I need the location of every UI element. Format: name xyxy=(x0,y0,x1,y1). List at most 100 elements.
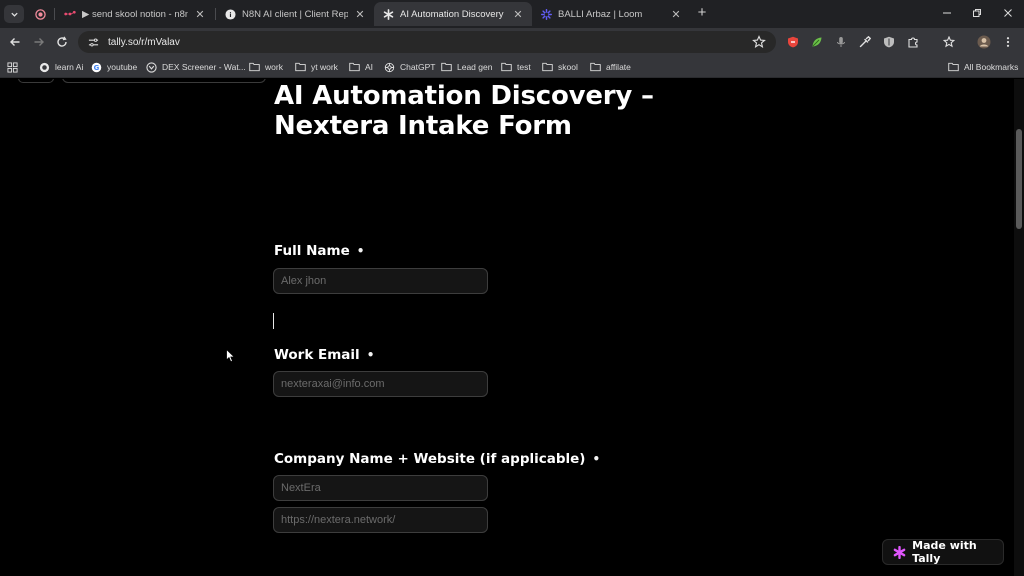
extension-red-shield[interactable] xyxy=(786,35,800,49)
bookmark-folder-work[interactable]: work xyxy=(249,60,283,74)
company-name-placeholder: NextEra xyxy=(281,482,321,494)
full-name-label: Full Name • xyxy=(274,243,364,259)
bookmark-label: ChatGPT xyxy=(400,62,436,72)
company-name-input[interactable]: NextEra xyxy=(273,475,488,501)
all-bookmarks-button[interactable]: All Bookmarks xyxy=(948,60,1018,74)
bookmark-dex-screener[interactable]: DEX Screener - Wat... xyxy=(146,60,246,74)
browser-toolbar: tally.so/r/mValav xyxy=(0,28,1024,56)
text-caret xyxy=(273,313,274,329)
forward-button[interactable] xyxy=(30,33,48,51)
bookmark-folder-ai[interactable]: AI xyxy=(349,60,373,74)
folder-icon xyxy=(349,62,360,73)
extension-microphone[interactable] xyxy=(834,35,848,49)
bookmark-label: AI xyxy=(365,62,374,72)
all-bookmarks-label: All Bookmarks xyxy=(964,62,1019,72)
folder-icon xyxy=(441,62,452,73)
tab-n8n[interactable]: ▶ send skool notion - n8n ✕ xyxy=(56,2,214,26)
bookmark-chatgpt[interactable]: ChatGPT xyxy=(384,60,435,74)
company-label: Company Name + Website (if applicable) • xyxy=(274,451,600,467)
bookmark-learn-ai[interactable]: learn Ai xyxy=(39,60,83,74)
bookmark-label: work xyxy=(265,62,283,72)
bookmark-folder-test[interactable]: test xyxy=(501,60,531,74)
tally-asterisk-icon xyxy=(893,545,906,559)
n8n-icon xyxy=(64,8,76,20)
avatar-icon xyxy=(977,35,991,49)
work-email-label: Work Email • xyxy=(274,347,374,363)
restore-icon xyxy=(973,9,981,17)
tally-asterisk-icon xyxy=(382,8,394,20)
tab-title: N8N AI client | Client Reports xyxy=(242,8,348,20)
tally-form-page: AI Automation Discovery – Nextera Intake… xyxy=(0,79,1024,576)
made-with-tally-label: Made with Tally xyxy=(912,539,977,565)
folder-icon xyxy=(295,62,306,73)
close-icon[interactable]: ✕ xyxy=(670,8,682,21)
bookmark-label: DEX Screener - Wat... xyxy=(162,62,246,72)
scrollbar-thumb[interactable] xyxy=(1016,129,1022,229)
bookmark-label: test xyxy=(517,62,531,72)
tab-notion[interactable]: i N8N AI client | Client Reports ✕ xyxy=(216,2,374,26)
svg-text:i: i xyxy=(229,10,231,18)
tab-title: ▶ send skool notion - n8n xyxy=(82,8,188,20)
bookmark-youtube[interactable]: G youtube xyxy=(91,60,137,74)
extensions-button[interactable] xyxy=(906,35,920,49)
full-name-label-text: Full Name xyxy=(274,243,350,259)
close-icon[interactable]: ✕ xyxy=(512,8,524,21)
bookmark-label: Lead gen xyxy=(457,62,493,72)
address-bar[interactable]: tally.so/r/mValav xyxy=(78,31,776,53)
chevron-down-icon xyxy=(10,12,18,17)
google-icon: G xyxy=(91,62,102,73)
apps-grid-icon xyxy=(7,61,18,73)
tab-title: BALLI Arbaz | Loom xyxy=(558,8,643,20)
tab-tally-active[interactable]: AI Automation Discovery – Nex ✕ xyxy=(374,2,532,26)
bookmark-label: skool xyxy=(558,62,578,72)
globe-icon xyxy=(39,62,50,73)
close-icon[interactable]: ✕ xyxy=(354,8,366,21)
work-email-label-text: Work Email xyxy=(274,347,360,363)
reload-button[interactable] xyxy=(53,33,71,51)
new-tab-button[interactable]: + xyxy=(694,5,710,21)
work-email-input[interactable]: nexteraxai@info.com xyxy=(273,371,488,397)
required-marker: • xyxy=(366,348,375,362)
browser-menu-button[interactable] xyxy=(1001,35,1015,49)
made-with-tally-badge[interactable]: Made with Tally xyxy=(882,539,1004,565)
full-name-input[interactable]: Alex jhon xyxy=(273,268,488,294)
apps-button[interactable] xyxy=(7,60,18,74)
tab-recording[interactable] xyxy=(28,2,52,26)
bookmark-folder-lead-gen[interactable]: Lead gen xyxy=(441,60,492,74)
close-icon xyxy=(1004,9,1012,17)
required-marker: • xyxy=(356,244,365,258)
bookmark-folder-skool[interactable]: skool xyxy=(542,60,578,74)
microphone-icon xyxy=(837,37,845,47)
bookmark-label: affilate xyxy=(606,62,631,72)
bookmark-label: learn Ai xyxy=(55,62,84,72)
site-settings-icon[interactable] xyxy=(86,35,100,49)
folder-icon xyxy=(590,62,601,73)
extension-shield-gray[interactable] xyxy=(882,35,896,49)
bookmark-folder-affilate[interactable]: affilate xyxy=(590,60,631,74)
extension-eyedropper[interactable] xyxy=(858,35,872,49)
page-scrollbar[interactable] xyxy=(1014,79,1024,576)
puzzle-icon xyxy=(908,37,918,48)
minimize-button[interactable] xyxy=(932,3,962,23)
tab-loom[interactable]: BALLI Arbaz | Loom ✕ xyxy=(532,2,690,26)
company-label-text: Company Name + Website (if applicable) xyxy=(274,451,586,467)
extension-green[interactable] xyxy=(810,35,824,49)
profile-avatar[interactable] xyxy=(977,35,991,49)
back-button[interactable] xyxy=(6,33,24,51)
arrow-right-icon xyxy=(34,38,44,46)
bookmark-folder-yt-work[interactable]: yt work xyxy=(295,60,338,74)
reload-icon xyxy=(57,36,67,47)
svg-text:G: G xyxy=(94,63,100,71)
company-website-input[interactable]: https://nextera.network/ xyxy=(273,507,488,533)
close-icon[interactable]: ✕ xyxy=(194,8,206,21)
tab-search-button[interactable] xyxy=(4,5,24,23)
tab-separator xyxy=(54,8,55,20)
folder-icon xyxy=(501,62,512,73)
full-name-placeholder: Alex jhon xyxy=(281,275,327,287)
close-window-button[interactable] xyxy=(993,3,1023,23)
restore-button[interactable] xyxy=(962,3,992,23)
page-header-button[interactable] xyxy=(18,79,54,83)
loom-icon xyxy=(540,8,552,20)
bookmarks-manager-button[interactable] xyxy=(942,35,956,49)
bookmark-star-icon[interactable] xyxy=(752,35,766,49)
